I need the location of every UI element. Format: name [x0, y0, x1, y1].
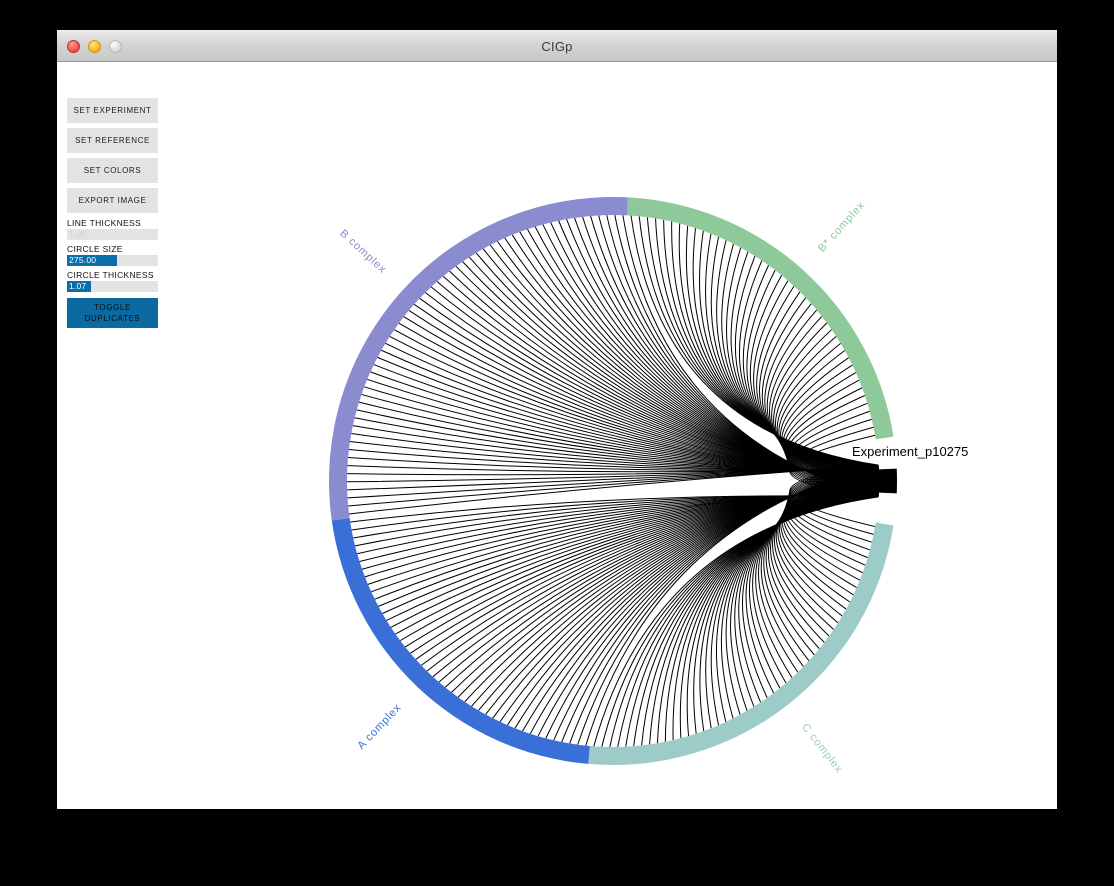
arc-label-b-complex: B* complex — [816, 199, 868, 254]
window-title: CIGp — [541, 38, 573, 54]
window-controls — [67, 39, 122, 53]
ring-segment-b-complex[interactable] — [328, 197, 628, 521]
zoom-window-button[interactable] — [109, 39, 122, 53]
chord-links-group — [346, 214, 880, 748]
set-colors-button[interactable]: SET COLORS — [67, 158, 158, 183]
chord-diagram: B* complex C complex A complex B complex Ex… — [57, 62, 1057, 809]
application-window: CIGp B* complex C complex A complex B compl… — [57, 30, 1057, 809]
window-body: B* complex C complex A complex B complex Ex… — [57, 62, 1057, 809]
circle-size-value: 275.00 — [69, 255, 97, 265]
close-window-button[interactable] — [67, 39, 80, 53]
line-thickness-label: LINE THICKNESS — [67, 218, 141, 228]
set-reference-button[interactable]: SET REFERENCE — [67, 128, 158, 153]
circle-thickness-value: 1.07 — [69, 281, 87, 291]
circle-size-slider[interactable]: 275.00 — [67, 255, 158, 266]
circle-size-label: CIRCLE SIZE — [67, 244, 123, 254]
toggle-duplicates-line2: DUPLICATES — [84, 314, 141, 323]
line-thickness-value: 1.00 — [69, 229, 87, 239]
experiment-node-marker[interactable] — [878, 468, 897, 494]
arc-label-b-complex: B complex — [337, 228, 388, 276]
control-panel: SET EXPERIMENT SET REFERENCE SET COLORS … — [67, 98, 158, 328]
circle-thickness-label: CIRCLE THICKNESS — [67, 270, 154, 280]
chord-link — [609, 495, 879, 748]
export-image-button[interactable]: EXPORT IMAGE — [67, 188, 158, 213]
line-thickness-slider[interactable]: 1.00 — [67, 229, 158, 240]
arc-label-a-complex: A complex — [355, 702, 404, 752]
circle-thickness-slider[interactable]: 1.07 — [67, 281, 158, 292]
arc-label-c-complex: C complex — [799, 722, 845, 776]
toggle-duplicates-button[interactable]: TOGGLE DUPLICATES — [67, 298, 158, 328]
minimize-window-button[interactable] — [88, 39, 101, 53]
experiment-node-label: Experiment_p10275 — [852, 444, 969, 459]
title-bar: CIGp — [57, 30, 1057, 62]
chord-diagram-canvas: B* complex C complex A complex B complex — [328, 197, 897, 776]
chord-link — [507, 472, 879, 726]
toggle-duplicates-line1: TOGGLE — [94, 303, 131, 312]
set-experiment-button[interactable]: SET EXPERIMENT — [67, 98, 158, 123]
